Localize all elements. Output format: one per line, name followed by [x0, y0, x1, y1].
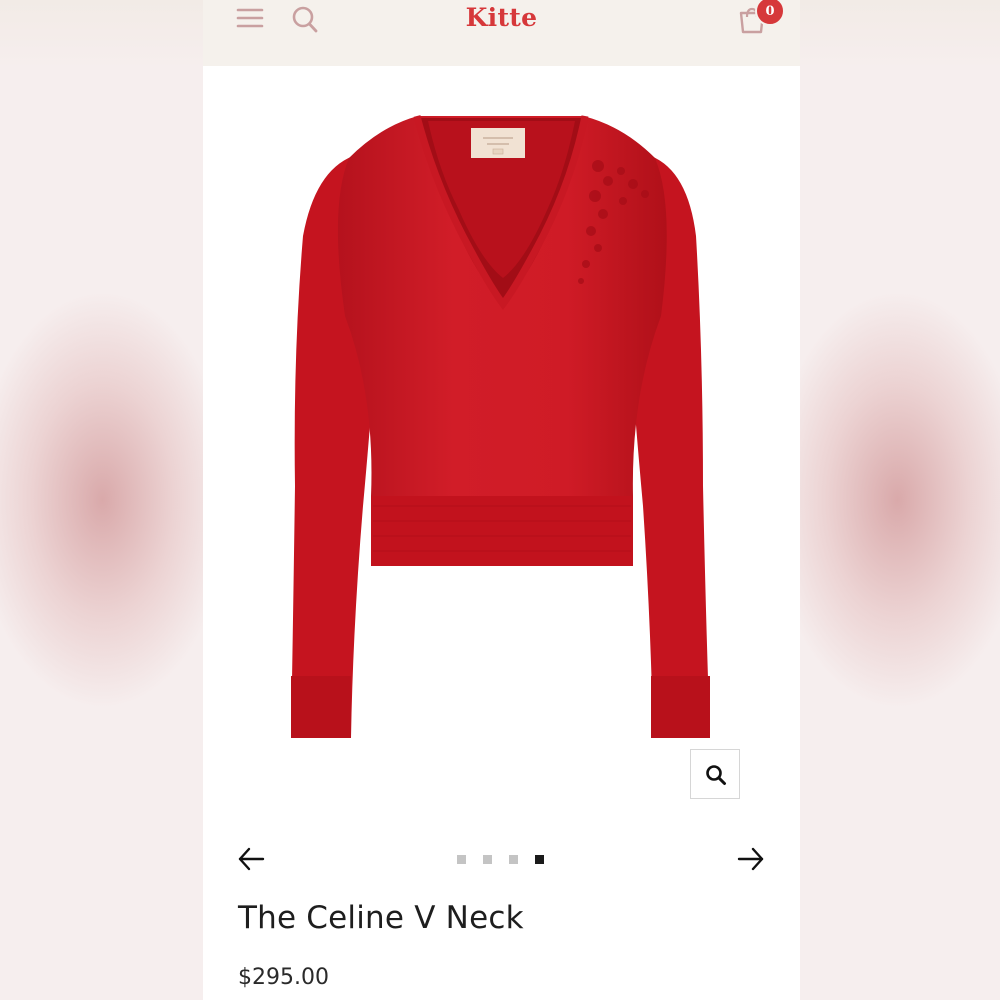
gallery-dot-2[interactable] — [483, 855, 492, 864]
zoom-button[interactable] — [690, 749, 740, 799]
gallery-dot-3[interactable] — [509, 855, 518, 864]
arrow-right-icon[interactable] — [736, 845, 766, 873]
backdrop-left — [0, 0, 205, 1000]
site-header: Kitte 0 — [203, 0, 800, 66]
gallery-dot-4[interactable] — [535, 855, 544, 864]
product-image[interactable] — [203, 66, 800, 766]
phone-screen: Kitte 0 The Celine V Neck $295.00 — [203, 0, 800, 1000]
product-title: The Celine V Neck — [238, 900, 524, 936]
search-icon — [706, 765, 726, 785]
gallery-dot-1[interactable] — [457, 855, 466, 864]
arrow-left-icon[interactable] — [236, 845, 266, 873]
backdrop-right — [795, 0, 1000, 1000]
product-price: $295.00 — [238, 965, 329, 990]
site-logo[interactable]: Kitte — [203, 3, 800, 32]
